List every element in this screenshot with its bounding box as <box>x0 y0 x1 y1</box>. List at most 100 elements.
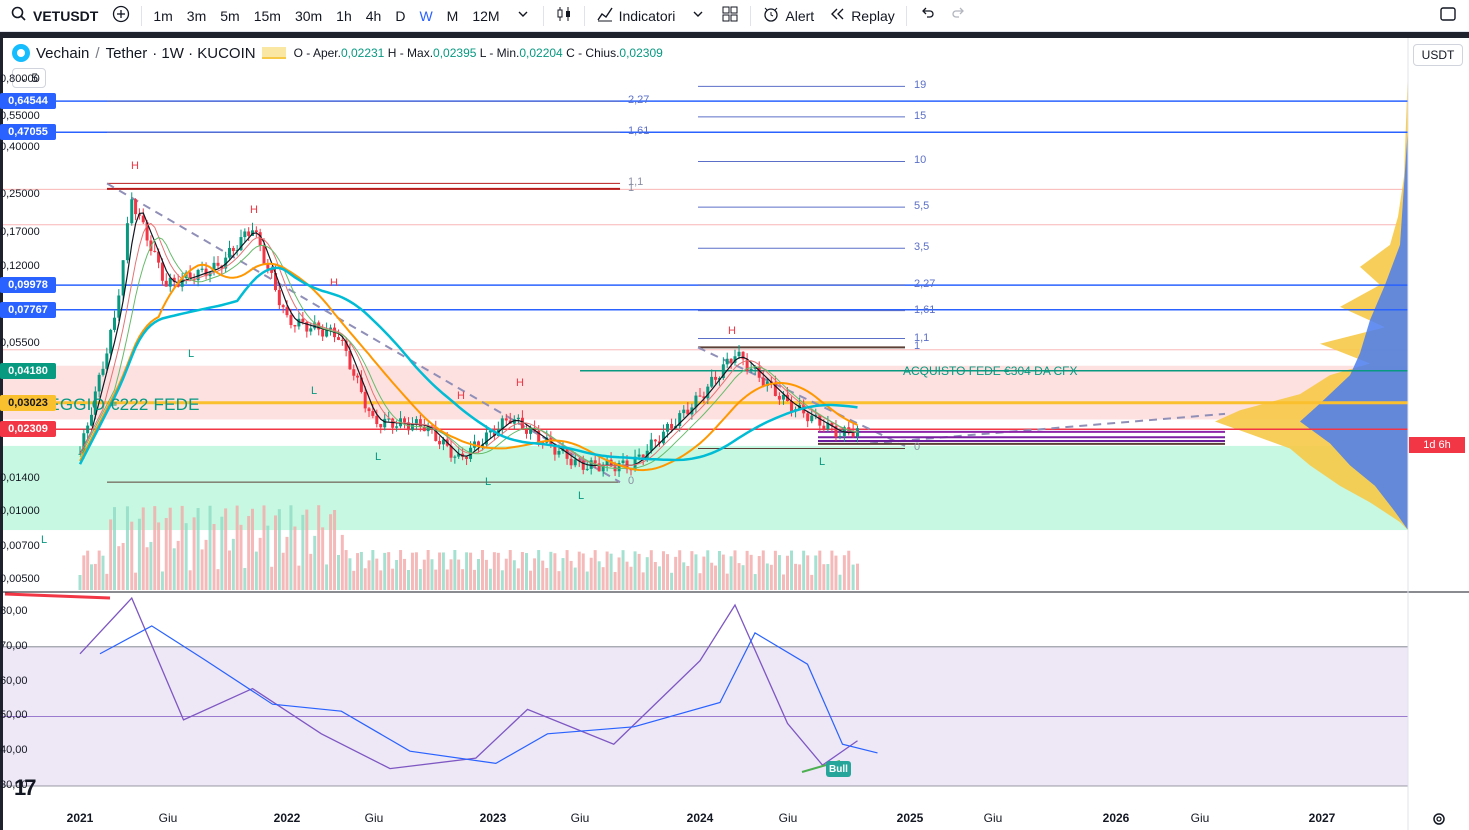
volume-bar <box>710 562 714 590</box>
volume-bar <box>192 517 196 590</box>
candle-body <box>130 199 134 224</box>
volume-bar <box>176 540 180 590</box>
price-axis-tick: 0,05500 <box>0 336 40 349</box>
fib-right-label: 0 <box>914 441 921 454</box>
volume-bar <box>251 508 254 590</box>
volume-bar <box>247 516 251 590</box>
volume-bar <box>670 572 674 590</box>
volume-bar <box>798 564 802 590</box>
volume-bar <box>473 569 477 590</box>
volume-bar <box>235 505 239 590</box>
volume-bar <box>317 505 321 590</box>
candle-body <box>649 439 653 451</box>
volume-bar <box>113 507 116 590</box>
open-label: O - Aper. <box>293 46 341 60</box>
candle-body <box>90 414 93 426</box>
candle-body <box>749 368 753 371</box>
candle-body <box>258 232 262 246</box>
volume-bar <box>228 550 231 590</box>
trendline-2021 <box>106 182 621 484</box>
gear-icon[interactable] <box>1431 811 1447 827</box>
time-axis-tick: Giu <box>1190 811 1210 825</box>
volume-bar <box>761 550 765 590</box>
volume-bar <box>561 558 565 590</box>
volume-bar <box>231 538 235 590</box>
symbol-legend[interactable]: Vechain / Tether · 1W · KUCOIN O - Aper.… <box>12 44 663 62</box>
volume-bar <box>749 554 753 590</box>
volume-bar <box>765 563 769 590</box>
volume-bar <box>838 574 842 590</box>
candle-body <box>453 456 457 458</box>
price-axis-tick: 0,00700 <box>0 539 40 552</box>
candle-body <box>371 411 375 416</box>
bull-divergence-badge: Bull <box>826 761 851 777</box>
volume-bar <box>134 572 138 590</box>
fib-left-label: 1,61 <box>628 125 650 138</box>
volume-bar <box>545 567 549 590</box>
candle-body <box>352 369 356 376</box>
volume-bar <box>465 552 469 590</box>
volume-bar <box>802 550 806 590</box>
candle-body <box>637 454 641 457</box>
volume-bar <box>573 567 577 590</box>
candle-body <box>653 439 657 442</box>
low-label: L - Min. <box>479 46 520 60</box>
candle-body <box>714 376 718 380</box>
volume-bar <box>274 515 277 590</box>
volume-bar <box>549 551 553 590</box>
price-axis-tick: 0,01000 <box>0 504 40 517</box>
candle-body <box>710 376 714 387</box>
volume-bar <box>188 570 192 590</box>
price-axis-tag: 0,07767 <box>0 301 56 318</box>
volume-bar <box>834 555 838 590</box>
volume-bar <box>520 551 524 590</box>
candle-body <box>838 435 842 438</box>
legend-separator: / <box>95 44 100 62</box>
volume-bar <box>172 548 176 590</box>
candle-body <box>682 409 686 414</box>
volume-bar <box>484 559 488 590</box>
oscillator-axis-tick: 80,00 <box>0 605 28 617</box>
volume-bar <box>826 564 830 590</box>
high-label: H - Max. <box>387 46 434 60</box>
candle-body <box>822 425 826 430</box>
swing-high-marker: H <box>131 160 139 172</box>
volume-bar <box>333 510 337 590</box>
volume-bar <box>847 550 851 590</box>
chart-canvas[interactable] <box>0 0 1469 830</box>
candle-body <box>164 280 168 287</box>
candle-body <box>117 295 121 318</box>
volume-bar <box>641 572 645 590</box>
volume-bar <box>637 553 641 590</box>
bear-divergence-line <box>4 592 111 600</box>
candle-body <box>557 451 561 455</box>
candle-body <box>113 317 116 330</box>
volume-bar <box>130 521 134 590</box>
flag-icon[interactable] <box>261 47 286 59</box>
time-axis-tick: 2026 <box>1102 811 1130 825</box>
candle-body <box>228 247 231 258</box>
volume-bar <box>153 506 157 590</box>
volume-bar <box>277 509 281 590</box>
volume-bar <box>625 561 629 590</box>
volume-bar <box>239 524 243 590</box>
acquisto-label[interactable]: ACQUISTO FEDE €304 DA CFX <box>903 364 1078 378</box>
volume-bar <box>93 563 97 590</box>
resistance-zone <box>3 365 1408 420</box>
candle-body <box>725 358 729 365</box>
oscillator-axis-tick: 50,00 <box>0 709 28 722</box>
volume-bar <box>86 550 90 590</box>
volume-bar <box>733 550 737 590</box>
bar-countdown: 1d 6h <box>1409 437 1465 453</box>
volume-bar <box>258 537 262 590</box>
volume-bar <box>806 555 810 590</box>
currency-button[interactable]: USDT <box>1413 44 1463 66</box>
volume-bar <box>666 554 670 590</box>
volume-bar <box>105 573 109 590</box>
swing-low-marker: L <box>311 385 318 397</box>
price-axis-tag: 0,47055 <box>0 124 56 141</box>
volume-bar <box>492 552 496 590</box>
swing-low-marker: L <box>41 534 48 546</box>
price-axis-tick: 0,17000 <box>0 225 40 238</box>
volume-bar <box>216 569 220 590</box>
